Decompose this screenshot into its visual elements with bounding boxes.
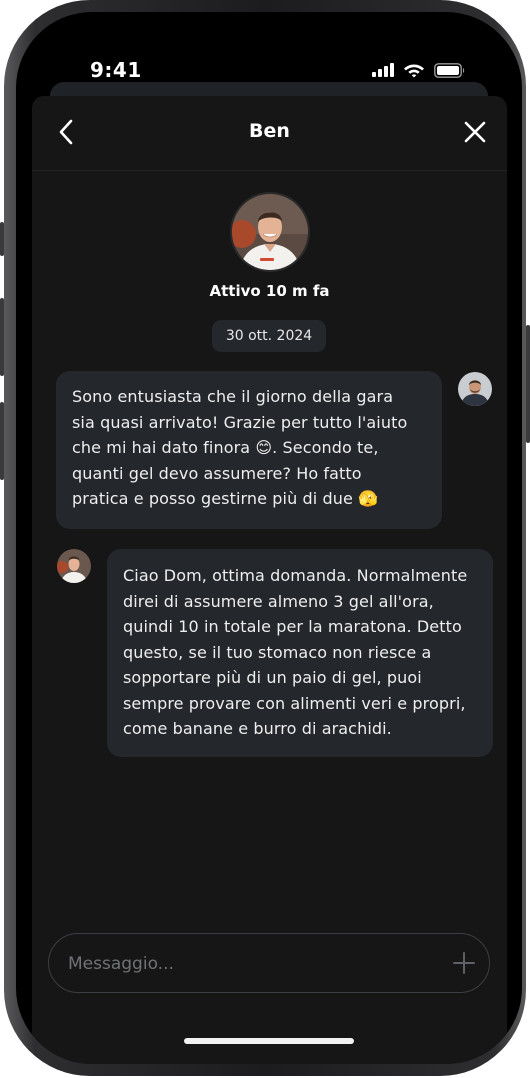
action-button xyxy=(0,222,4,256)
message-line: direi di assumere almeno 3 gel all'ora, xyxy=(123,591,434,611)
status-icons xyxy=(372,62,466,78)
message-line: Sono entusiasta che il giorno della gara xyxy=(72,387,394,406)
close-icon xyxy=(464,121,486,143)
chat-header: Ben xyxy=(32,96,507,171)
cellular-signal-icon xyxy=(372,63,394,77)
message-bubble-incoming[interactable]: Ciao Dom, ottima domanda. Normalmente di… xyxy=(107,549,493,757)
battery-icon xyxy=(434,62,465,78)
user-photo xyxy=(458,372,492,406)
contact-avatar[interactable] xyxy=(230,192,310,272)
phone-frame: 9:41 Ben Attivo 10 m fa 30 ott. 2024 Son… xyxy=(0,0,530,1076)
status-time: 9:41 xyxy=(90,58,142,82)
message-line: pratica e posso gestirne più di due 🫣 xyxy=(72,489,379,508)
message-line: sempre provare con alimenti veri e propr… xyxy=(123,693,466,713)
date-separator: 30 ott. 2024 xyxy=(212,320,326,352)
message-line: sopportare più di un paio di gel, puoi xyxy=(123,668,422,687)
close-button[interactable] xyxy=(461,118,489,146)
power-button xyxy=(526,325,530,443)
message-input[interactable] xyxy=(66,934,430,993)
ben-avatar xyxy=(57,549,91,583)
message-line: Ciao Dom, ottima domanda. Normalmente xyxy=(123,566,468,585)
message-line: che mi hai dato finora 😊. Secondo te, xyxy=(72,438,379,457)
volume-down-button xyxy=(0,402,4,480)
plus-icon xyxy=(453,952,475,974)
message-line: sia quasi arrivato! Grazie per tutto l'a… xyxy=(72,412,408,432)
volume-up-button xyxy=(0,298,4,376)
message-line: come banane e burro di arachidi. xyxy=(123,719,392,738)
home-indicator[interactable] xyxy=(184,1038,354,1044)
chat-sheet: Ben Attivo 10 m fa 30 ott. 2024 Sono ent… xyxy=(32,96,507,1064)
chat-title: Ben xyxy=(249,120,290,142)
ben-photo xyxy=(57,549,91,583)
message-bubble-outgoing[interactable]: Sono entusiasta che il giorno della gara… xyxy=(56,371,442,529)
message-line: questo, se il tuo stomaco non riesce a xyxy=(123,642,432,662)
add-attachment-button[interactable] xyxy=(451,950,477,976)
contact-presence: Attivo 10 m fa xyxy=(209,282,330,300)
my-avatar xyxy=(458,372,492,406)
message-line: quindi 10 in totale per la maratona. Det… xyxy=(123,617,462,636)
message-line: quanti gel devo assumere? Ho fatto xyxy=(72,463,362,483)
wifi-icon xyxy=(404,64,424,78)
screen: 9:41 Ben Attivo 10 m fa 30 ott. 2024 Son… xyxy=(16,12,522,1064)
message-composer xyxy=(48,933,490,993)
contact-photo xyxy=(232,194,308,270)
